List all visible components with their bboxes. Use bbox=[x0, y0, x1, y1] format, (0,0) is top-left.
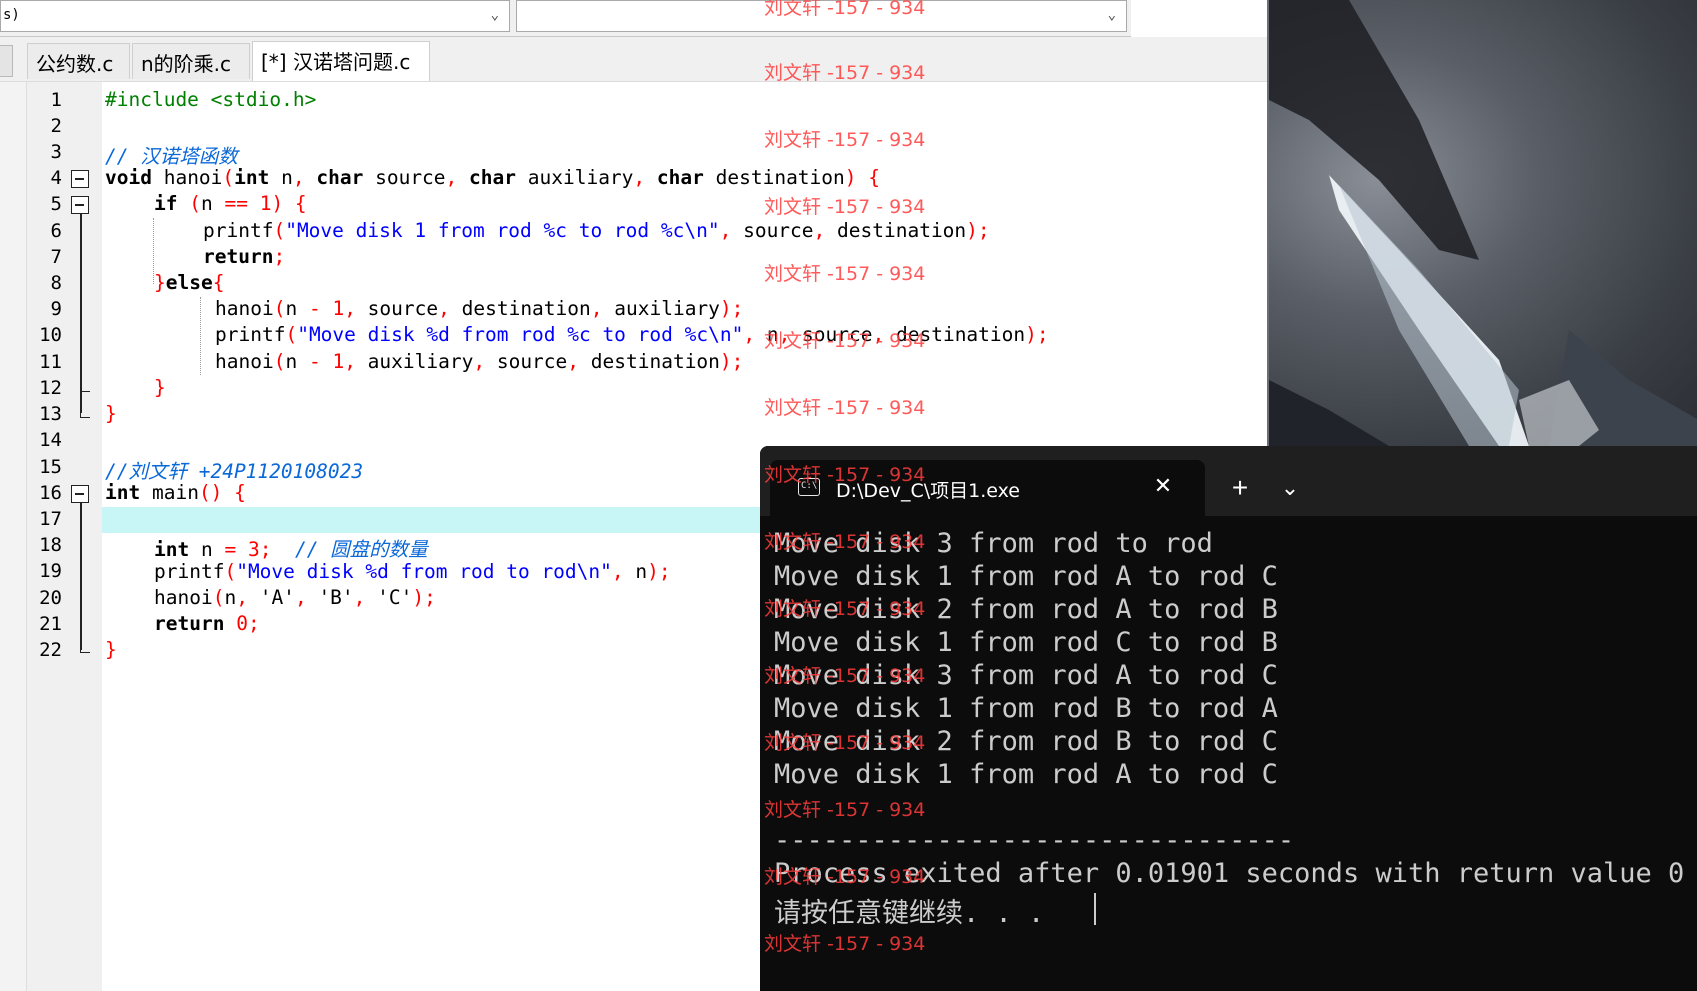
line-number: 4 bbox=[50, 167, 62, 189]
tab-gcd-file[interactable]: 公约数.c bbox=[27, 43, 130, 79]
screen: s) ⌄ ⌄ 公约数.c n的阶乘.c [*] 汉诺塔问题.c 1 2 3 4 … bbox=[0, 0, 1697, 991]
code-line-1: #include <stdio.h> bbox=[105, 88, 317, 111]
fold-guide bbox=[80, 503, 82, 650]
console-separator: -------------------------------- bbox=[774, 825, 1295, 856]
code-line-13: } bbox=[105, 402, 117, 425]
code-line-16: int main() { bbox=[105, 481, 246, 504]
line-number: 12 bbox=[39, 377, 62, 399]
line-number: 14 bbox=[39, 429, 62, 451]
class-browser-combo[interactable]: s) ⌄ bbox=[0, 0, 510, 32]
line-number: 19 bbox=[39, 560, 62, 582]
function-list-combo[interactable]: ⌄ bbox=[516, 0, 1127, 32]
line-number: 11 bbox=[39, 351, 62, 373]
new-tab-icon[interactable]: + bbox=[1220, 468, 1260, 508]
line-number: 13 bbox=[39, 403, 62, 425]
line-number: 20 bbox=[39, 587, 62, 609]
fold-guide bbox=[80, 214, 82, 391]
console-output-line: Move disk 1 from rod B to rod A bbox=[774, 693, 1278, 724]
console-prompt: 请按任意键继续. . . bbox=[774, 898, 1045, 929]
left-margin bbox=[0, 82, 26, 991]
code-line-4: void hanoi(int n, char source, char auxi… bbox=[105, 166, 881, 189]
class-browser-value: s) bbox=[3, 7, 20, 23]
chevron-down-icon[interactable]: ⌄ bbox=[491, 7, 499, 23]
line-number: 16 bbox=[39, 482, 62, 504]
text-cursor bbox=[1094, 893, 1096, 925]
console-output-line: Move disk 3 from rod to rod bbox=[774, 528, 1213, 559]
tab-hanoi-file[interactable]: [*] 汉诺塔问题.c bbox=[252, 41, 430, 81]
code-line-6: printf("Move disk 1 from rod %c to rod %… bbox=[203, 219, 990, 242]
console-title-bar: C:\ D:\Dev_C\项目1.exe ✕ + ⌄ bbox=[760, 446, 1697, 516]
console-window[interactable]: C:\ D:\Dev_C\项目1.exe ✕ + ⌄ Move disk 3 f… bbox=[760, 446, 1697, 991]
tab-scroll-stub[interactable] bbox=[0, 45, 13, 77]
code-line-12: } bbox=[154, 376, 166, 399]
code-line-9: hanoi(n - 1, source, destination, auxili… bbox=[215, 297, 744, 320]
code-line-5: if (n == 1) { bbox=[154, 192, 307, 215]
line-number: 21 bbox=[39, 613, 62, 635]
line-number: 6 bbox=[50, 220, 62, 242]
line-number: 15 bbox=[39, 456, 62, 478]
code-line-21: return 0; bbox=[154, 612, 260, 635]
console-tab-title: D:\Dev_C\项目1.exe bbox=[836, 480, 1020, 502]
fold-toggle-icon[interactable] bbox=[71, 196, 89, 214]
fold-toggle-icon[interactable] bbox=[71, 170, 89, 188]
console-output-line: Move disk 1 from rod C to rod B bbox=[774, 627, 1278, 658]
line-number: 22 bbox=[39, 639, 62, 661]
code-line-8: }else{ bbox=[154, 271, 225, 294]
chevron-down-icon[interactable]: ⌄ bbox=[1270, 468, 1310, 508]
code-line-22: } bbox=[105, 638, 117, 661]
code-line-3: // 汉诺塔函数 bbox=[105, 145, 238, 168]
console-output-line: Move disk 2 from rod B to rod C bbox=[774, 726, 1278, 757]
desktop-wallpaper bbox=[1267, 0, 1697, 446]
code-line-19: printf("Move disk %d from rod to rod\n",… bbox=[154, 560, 671, 583]
console-exit-message: Process exited after 0.01901 seconds wit… bbox=[774, 858, 1685, 889]
fold-end-marker bbox=[80, 408, 90, 418]
code-line-10: printf("Move disk %d from rod %c to rod … bbox=[215, 323, 1049, 346]
line-number: 3 bbox=[50, 141, 62, 163]
editor-tab-bar: 公约数.c n的阶乘.c [*] 汉诺塔问题.c bbox=[0, 37, 1267, 82]
chevron-down-icon[interactable]: ⌄ bbox=[1108, 7, 1116, 23]
code-line-7: return; bbox=[203, 245, 286, 268]
code-line-20: hanoi(n, 'A', 'B', 'C'); bbox=[154, 586, 436, 609]
indent-guide bbox=[200, 297, 201, 375]
fold-end-marker bbox=[80, 643, 90, 653]
line-number: 18 bbox=[39, 534, 62, 556]
line-number: 2 bbox=[50, 115, 62, 137]
code-line-11: hanoi(n - 1, auxiliary, source, destinat… bbox=[215, 350, 744, 373]
console-output-line: Move disk 1 from rod A to rod C bbox=[774, 759, 1278, 790]
fold-toggle-icon[interactable] bbox=[71, 485, 89, 503]
console-output-line: Move disk 3 from rod A to rod C bbox=[774, 660, 1278, 691]
line-number: 1 bbox=[50, 89, 62, 111]
console-tab[interactable]: C:\ D:\Dev_C\项目1.exe ✕ bbox=[770, 460, 1205, 516]
tab-factorial-file[interactable]: n的阶乘.c bbox=[132, 43, 250, 79]
console-output-line: Move disk 2 from rod A to rod B bbox=[774, 594, 1278, 625]
close-icon[interactable]: ✕ bbox=[1148, 471, 1178, 501]
line-number: 17 bbox=[39, 508, 62, 530]
line-number: 8 bbox=[50, 272, 62, 294]
toolbar: s) ⌄ ⌄ bbox=[0, 0, 1131, 37]
line-number: 5 bbox=[50, 193, 62, 215]
line-number: 10 bbox=[39, 324, 62, 346]
line-number: 7 bbox=[50, 246, 62, 268]
terminal-icon: C:\ bbox=[798, 478, 820, 496]
code-line-15: //刘文轩 +24P1120108023 bbox=[105, 460, 364, 483]
line-number: 9 bbox=[50, 298, 62, 320]
console-output-line: Move disk 1 from rod A to rod C bbox=[774, 561, 1278, 592]
code-line-18: int n = 3; // 圆盘的数量 bbox=[154, 538, 428, 561]
fold-end-marker bbox=[80, 382, 90, 392]
